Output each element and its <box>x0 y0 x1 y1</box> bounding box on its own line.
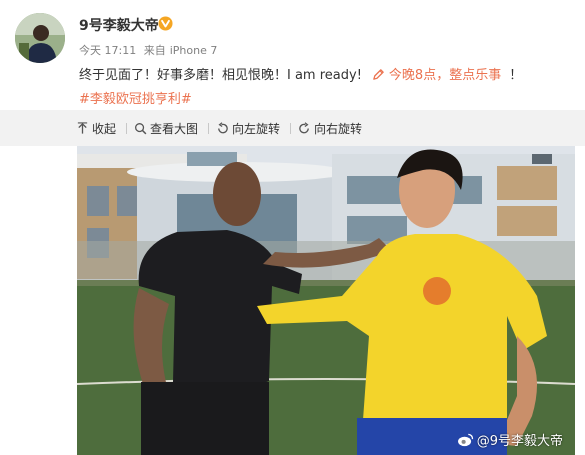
weibo-logo-icon <box>457 433 473 446</box>
post-meta: 今天 17:11 来自 iPhone 7 <box>79 42 221 58</box>
pen-link-icon <box>373 69 384 80</box>
author-name[interactable]: 9号李毅大帝 <box>79 15 159 35</box>
rotate-left-button[interactable]: 向左旋转 <box>216 120 280 137</box>
post-tail: ！ <box>509 68 523 83</box>
rotate-right-button[interactable]: 向右旋转 <box>298 120 362 137</box>
post-photo[interactable]: @9号李毅大帝 <box>77 146 575 455</box>
post-header: 9号李毅大帝 今天 17:11 来自 iPhone 7 终于见面了！好事多磨！相见… <box>0 0 585 110</box>
post-time[interactable]: 今天 17:11 <box>79 44 136 57</box>
avatar-image <box>15 13 65 63</box>
hashtag-link[interactable]: #李毅欧冠挑亨利# <box>79 88 192 107</box>
toolbar-divider <box>126 123 127 134</box>
post-link-label: 今晚8点，整点乐事 <box>388 68 502 83</box>
image-toolbar: 收起 查看大图 向左旋转 向右旋转 <box>0 110 585 146</box>
toolbar-divider <box>290 123 291 134</box>
verified-badge-icon <box>158 16 173 31</box>
post-source[interactable]: iPhone 7 <box>170 44 218 57</box>
collapse-label: 收起 <box>92 122 117 136</box>
view-large-label: 查看大图 <box>150 122 199 136</box>
magnifier-icon <box>135 123 147 135</box>
post-source-prefix: 来自 <box>143 44 166 57</box>
photo-watermark-text: @9号李毅大帝 <box>476 434 563 449</box>
collapse-arrow-icon <box>77 122 88 134</box>
avatar[interactable] <box>15 13 65 63</box>
rotate-left-label: 向左旋转 <box>232 122 281 136</box>
rotate-right-label: 向右旋转 <box>314 122 363 136</box>
rotate-right-icon <box>299 122 309 134</box>
photo-watermark: @9号李毅大帝 <box>457 430 563 449</box>
post-link[interactable]: 今晚8点，整点乐事 <box>372 68 501 83</box>
toolbar-divider <box>208 123 209 134</box>
collapse-button[interactable]: 收起 <box>76 120 116 137</box>
post-text: 终于见面了！好事多磨！相见恨晚！I am ready! 今晚8点，整点乐事 ！ <box>79 64 522 83</box>
photo-scene <box>77 146 575 455</box>
view-large-button[interactable]: 查看大图 <box>134 120 198 137</box>
post-body: 终于见面了！好事多磨！相见恨晚！I am ready! <box>79 68 362 83</box>
rotate-left-icon <box>218 122 228 134</box>
